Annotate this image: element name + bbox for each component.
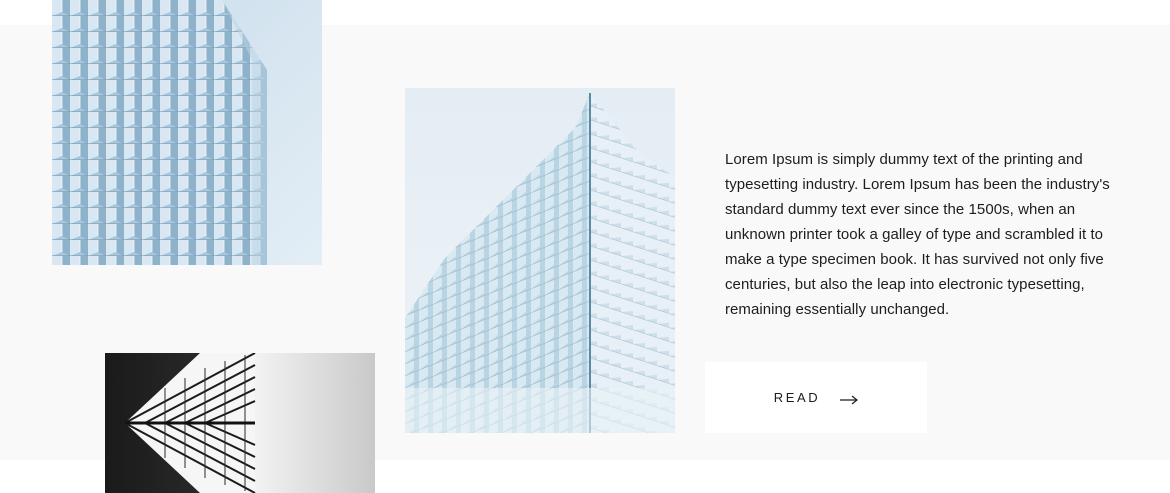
glass-tower-corner-photo bbox=[405, 88, 675, 433]
monochrome-skyscraper-photo bbox=[105, 353, 375, 493]
arrow-right-icon bbox=[840, 393, 859, 404]
read-button[interactable]: READ bbox=[705, 362, 927, 433]
glass-facade-photo bbox=[52, 0, 322, 265]
read-button-label: READ bbox=[773, 390, 821, 405]
article-body-text: Lorem Ipsum is simply dummy text of the … bbox=[725, 151, 1110, 318]
